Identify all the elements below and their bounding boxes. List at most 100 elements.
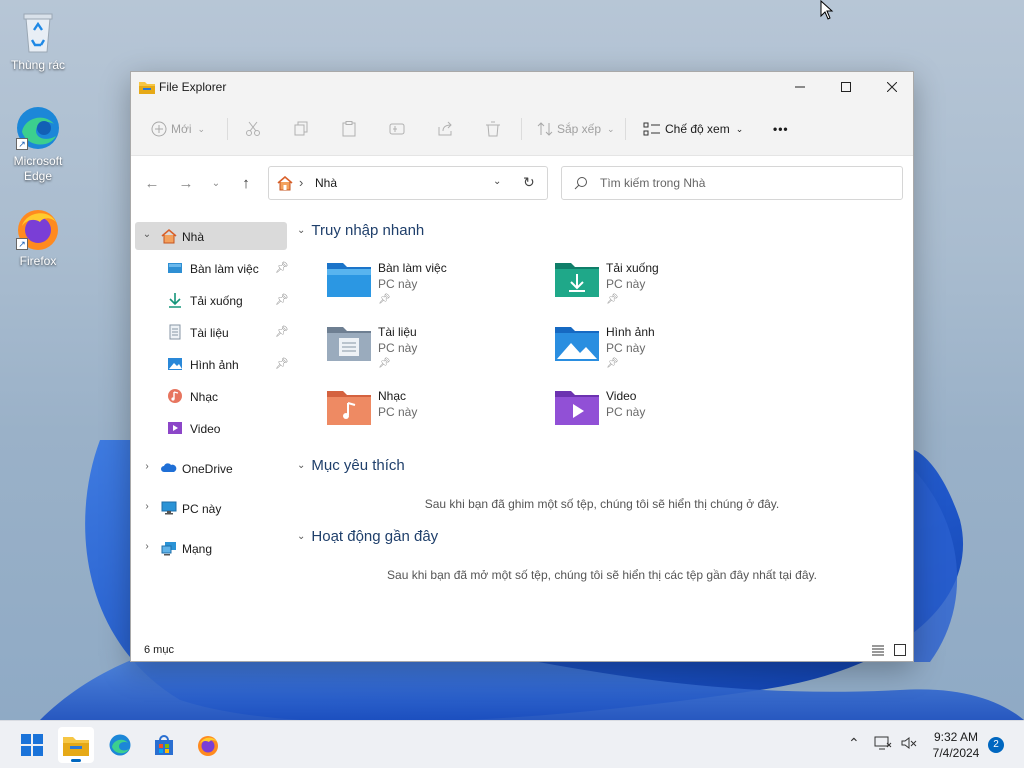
share-button[interactable] bbox=[437, 117, 453, 141]
desktop-icon-edge[interactable]: ↗ Microsoft Edge bbox=[0, 104, 76, 184]
chevron-down-icon[interactable]: ⌄ bbox=[493, 176, 501, 187]
chevron-down-icon[interactable]: ⌄ bbox=[141, 229, 153, 240]
notification-badge[interactable]: 2 bbox=[988, 737, 1004, 753]
desktop-icon-firefox[interactable]: ↗ Firefox bbox=[0, 204, 76, 269]
pin-icon: 📌︎ bbox=[275, 326, 289, 338]
pin-icon: 📌︎ bbox=[275, 358, 289, 370]
rename-button[interactable] bbox=[389, 117, 405, 141]
show-hidden-icons-button[interactable]: ⌃ bbox=[848, 735, 860, 752]
copy-icon bbox=[294, 121, 308, 136]
up-button[interactable]: ↑ bbox=[235, 172, 257, 194]
picture-icon bbox=[167, 356, 183, 372]
music-icon bbox=[167, 388, 183, 404]
pin-icon: 📌︎ bbox=[275, 294, 289, 306]
quick-access-header[interactable]: ⌄ Truy nhập nhanh bbox=[297, 222, 424, 239]
recent-header[interactable]: ⌄ Hoạt động gần đây bbox=[297, 528, 438, 545]
search-input[interactable] bbox=[600, 176, 890, 190]
sidebar-item-onedrive[interactable]: › OneDrive bbox=[135, 454, 287, 482]
divider bbox=[521, 118, 522, 140]
title-bar[interactable]: File Explorer bbox=[131, 72, 913, 102]
sidebar-item-documents[interactable]: Tài liệu 📌︎ bbox=[135, 318, 289, 346]
file-explorer-icon bbox=[63, 737, 89, 756]
section-title: Mục yêu thích bbox=[311, 457, 405, 474]
view-button[interactable]: Chế độ xem ⌄ bbox=[643, 117, 743, 141]
sort-button[interactable]: Sắp xếp ⌄ bbox=[537, 117, 615, 141]
delete-button[interactable] bbox=[485, 117, 501, 141]
volume-muted-icon[interactable] bbox=[900, 735, 918, 754]
cut-button[interactable] bbox=[245, 117, 261, 141]
chevron-down-icon: ⌄ bbox=[197, 123, 206, 134]
quick-access-item-pictures[interactable]: Hình ảnh PC này 📌︎ bbox=[555, 323, 775, 379]
item-location: PC này bbox=[378, 341, 418, 355]
chevron-right-icon[interactable]: › bbox=[141, 501, 153, 512]
chevron-right-icon[interactable]: › bbox=[141, 461, 153, 472]
item-location: PC này bbox=[606, 341, 646, 355]
sidebar-item-this-pc[interactable]: › PC này bbox=[135, 494, 287, 522]
desktop-icon-label: Microsoft Edge bbox=[13, 154, 63, 183]
trash-icon bbox=[486, 121, 500, 137]
pin-icon: 📌︎ bbox=[606, 358, 619, 369]
item-name: Video bbox=[606, 389, 637, 403]
documents-folder-icon bbox=[327, 327, 371, 361]
clock[interactable]: 9:32 AM 7/4/2024 bbox=[920, 729, 992, 761]
quick-access-item-music[interactable]: Nhạc PC này bbox=[327, 387, 547, 443]
favorites-header[interactable]: ⌄ Mục yêu thích bbox=[297, 457, 405, 474]
section-title: Hoạt động gần đây bbox=[311, 528, 439, 545]
item-name: Tải xuống bbox=[606, 261, 659, 275]
copy-button[interactable] bbox=[293, 117, 309, 141]
chevron-right-icon[interactable]: › bbox=[141, 541, 153, 552]
minimize-icon bbox=[795, 86, 805, 88]
quick-access-item-documents[interactable]: Tài liệu PC này 📌︎ bbox=[327, 323, 547, 379]
item-count: 6 mục bbox=[144, 644, 174, 656]
shortcut-arrow-icon: ↗ bbox=[16, 138, 28, 150]
desktop-icon-recycle-bin[interactable]: Thùng rác bbox=[0, 8, 76, 73]
tiles-view-icon[interactable] bbox=[893, 643, 907, 657]
sort-icon bbox=[537, 122, 553, 136]
search-box[interactable] bbox=[561, 166, 903, 200]
close-button[interactable] bbox=[869, 72, 915, 102]
video-folder-icon bbox=[555, 391, 599, 425]
clipboard-icon bbox=[342, 121, 356, 137]
navigation-pane: ⌄ Nhà Bàn làm việc 📌︎ Tải xuống 📌︎ Tài l bbox=[131, 209, 291, 639]
sidebar-item-network[interactable]: › Mạng bbox=[135, 534, 287, 562]
new-button[interactable]: Mới ⌄ bbox=[151, 117, 205, 141]
maximize-button[interactable] bbox=[823, 72, 869, 102]
sidebar-item-pictures[interactable]: Hình ảnh 📌︎ bbox=[135, 350, 289, 378]
refresh-icon[interactable]: ↻ bbox=[523, 174, 535, 191]
back-button[interactable]: ← bbox=[141, 172, 163, 194]
breadcrumb[interactable]: Nhà bbox=[315, 176, 337, 190]
sidebar-item-downloads[interactable]: Tải xuống 📌︎ bbox=[135, 286, 289, 314]
sidebar-item-music[interactable]: Nhạc bbox=[135, 382, 287, 410]
sidebar-item-label: Tài liệu bbox=[190, 326, 229, 340]
sidebar-item-video[interactable]: Video bbox=[135, 414, 287, 442]
pin-icon: 📌︎ bbox=[378, 358, 391, 369]
sidebar-item-desktop[interactable]: Bàn làm việc 📌︎ bbox=[135, 254, 289, 282]
details-view-icon[interactable] bbox=[871, 643, 885, 657]
taskbar-file-explorer[interactable] bbox=[58, 727, 94, 763]
recent-locations-button[interactable]: ⌄ bbox=[205, 172, 227, 194]
arrow-left-icon: ← bbox=[144, 174, 160, 192]
command-bar: Mới ⌄ Sắp xếp ⌄ Chế độ xem ⌄ ••• bbox=[131, 102, 913, 156]
quick-access-item-video[interactable]: Video PC này bbox=[555, 387, 775, 443]
taskbar-store[interactable] bbox=[146, 727, 182, 763]
pictures-folder-icon bbox=[555, 327, 599, 361]
start-button[interactable] bbox=[14, 727, 50, 763]
more-options-button[interactable]: ••• bbox=[773, 117, 789, 141]
forward-button[interactable]: → bbox=[175, 172, 197, 194]
search-icon bbox=[574, 176, 588, 193]
desktop-folder-icon bbox=[327, 263, 371, 297]
window-title: File Explorer bbox=[159, 80, 227, 94]
quick-access-item-desktop[interactable]: Bàn làm việc PC này 📌︎ bbox=[327, 259, 547, 315]
address-bar[interactable]: › Nhà ⌄ ↻ bbox=[268, 166, 548, 200]
minimize-button[interactable] bbox=[777, 72, 823, 102]
paste-button[interactable] bbox=[341, 117, 357, 141]
desktop-icon-label: Thùng rác bbox=[10, 58, 66, 72]
chevron-down-icon: ⌄ bbox=[297, 460, 306, 471]
network-status-icon[interactable] bbox=[874, 735, 892, 754]
sidebar-item-label: OneDrive bbox=[182, 462, 233, 476]
mouse-cursor-icon bbox=[820, 0, 834, 20]
taskbar-edge[interactable] bbox=[102, 727, 138, 763]
quick-access-item-downloads[interactable]: Tải xuống PC này 📌︎ bbox=[555, 259, 775, 315]
sidebar-item-home[interactable]: ⌄ Nhà bbox=[135, 222, 287, 250]
taskbar-firefox[interactable] bbox=[190, 727, 226, 763]
